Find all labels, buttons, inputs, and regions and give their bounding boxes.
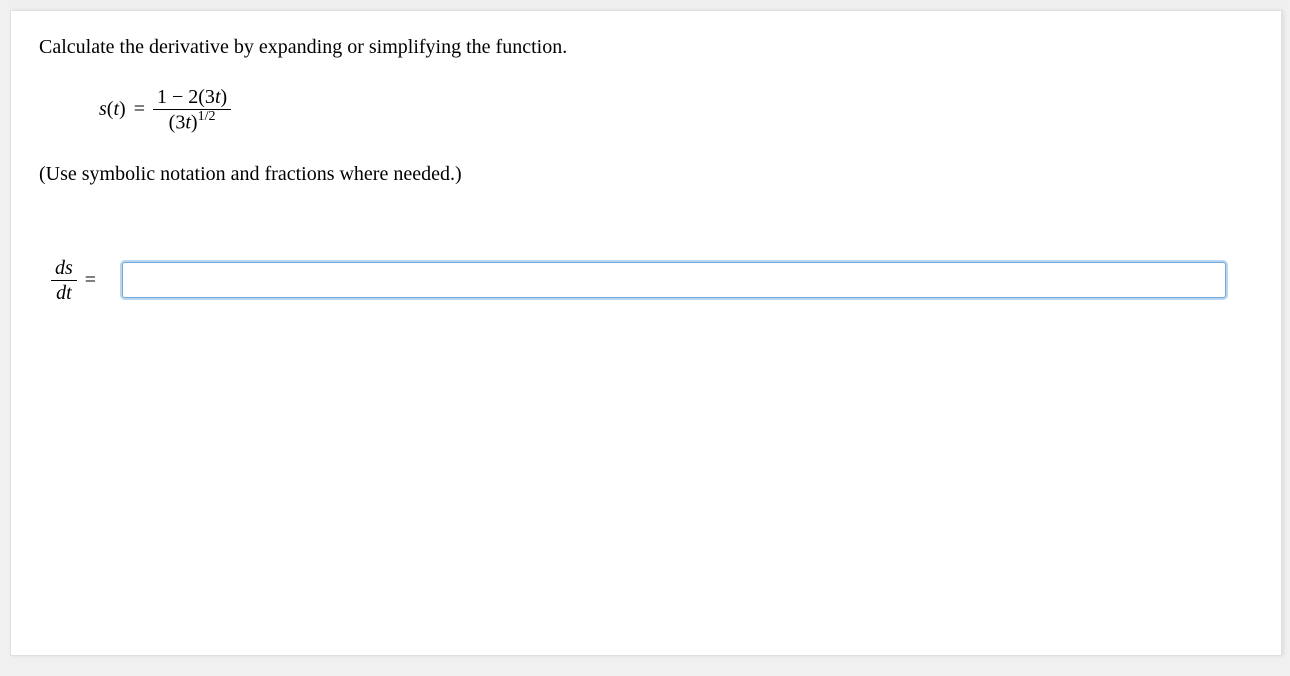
ds-numerator: ds xyxy=(51,256,77,281)
question-prompt: Calculate the derivative by expanding or… xyxy=(39,33,1253,61)
lhs-s-of-t: s(t) xyxy=(99,98,126,121)
answer-equals: = xyxy=(85,269,96,292)
fraction-denominator: (3t)1/2 xyxy=(165,110,220,135)
function-definition: s(t) = 1 − 2(3t) (3t)1/2 xyxy=(99,85,1253,135)
instruction-note: (Use symbolic notation and fractions whe… xyxy=(39,163,1253,186)
denominator-close: ) xyxy=(191,112,198,134)
answer-label: ds dt = xyxy=(51,256,104,305)
equals-sign: = xyxy=(134,98,145,121)
numerator-text: 1 − 2(3 xyxy=(157,86,215,108)
fraction-numerator: 1 − 2(3t) xyxy=(153,85,231,110)
ds-dt-fraction: ds dt xyxy=(51,256,77,305)
denominator-text: (3 xyxy=(169,112,186,134)
derivative-answer-input[interactable] xyxy=(122,262,1226,298)
answer-row: ds dt = xyxy=(51,256,1253,305)
numerator-close: ) xyxy=(221,86,228,108)
question-card: Calculate the derivative by expanding or… xyxy=(10,10,1282,656)
dt-denominator: dt xyxy=(52,281,76,305)
rhs-fraction: 1 − 2(3t) (3t)1/2 xyxy=(153,85,231,135)
denominator-exponent: 1/2 xyxy=(198,109,216,124)
